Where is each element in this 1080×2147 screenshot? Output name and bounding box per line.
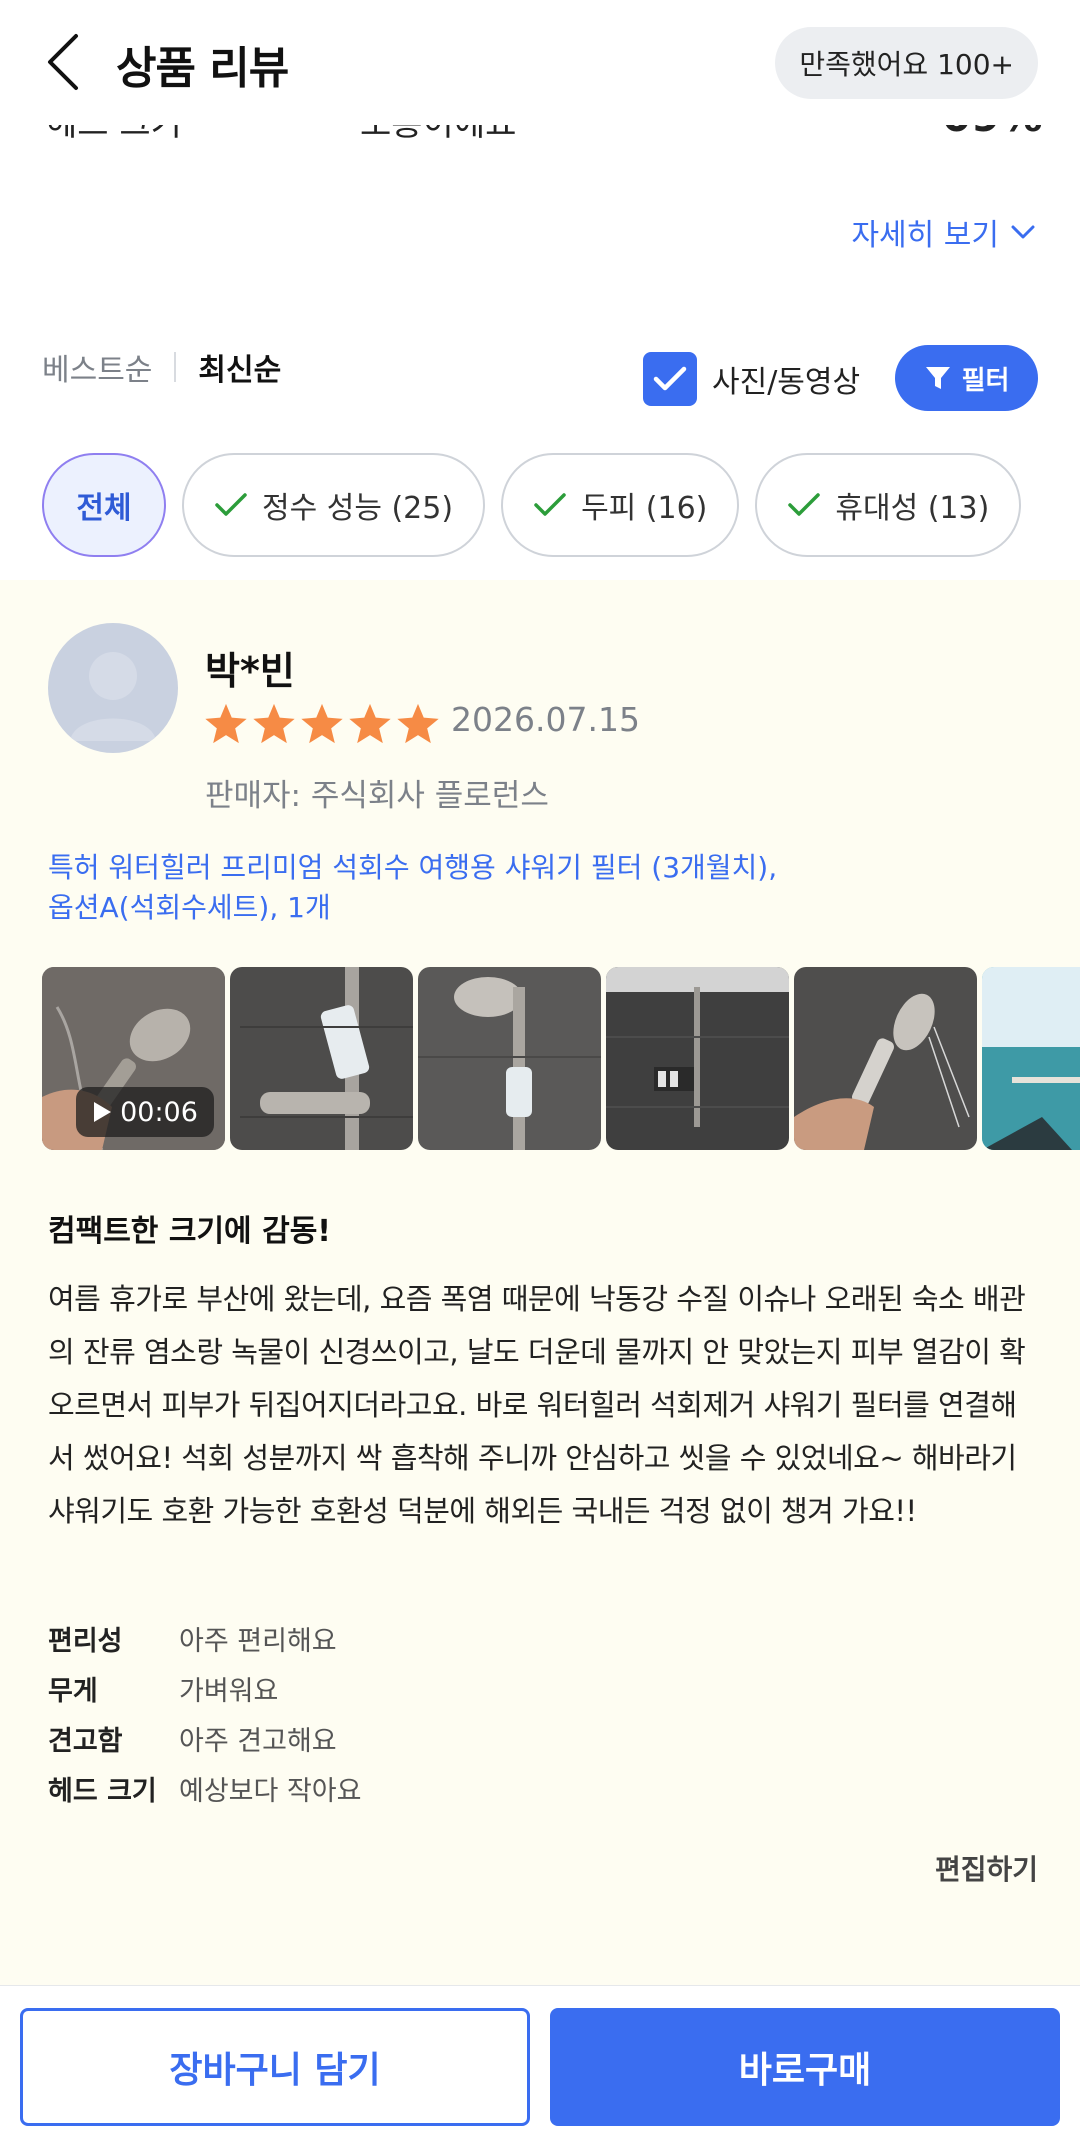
photo-filter-label[interactable]: 사진/동영상	[712, 357, 860, 401]
filter-button[interactable]: 필터	[895, 345, 1038, 411]
header: 상품 리뷰 만족했어요 100+	[0, 0, 1080, 125]
filter-funnel-icon	[925, 367, 950, 389]
sort-newest[interactable]: 최신순	[198, 345, 281, 389]
star-icon	[205, 703, 247, 744]
detail-link[interactable]: 자세히 보기	[851, 210, 1035, 254]
chip-label: 정수 성능 (25)	[262, 491, 454, 526]
product-option-line1: 특허 워터힐러 프리미엄 석회수 여행용 샤워기 필터 (3개월치),	[48, 851, 778, 884]
page-title: 상품 리뷰	[116, 43, 289, 94]
photo-filter-checkbox[interactable]	[643, 352, 697, 406]
attribute-row: 무게 가벼워요	[48, 1663, 361, 1713]
back-button[interactable]	[38, 30, 88, 94]
buy-now-button[interactable]: 바로구매	[550, 2008, 1060, 2126]
chip-label: 두피 (16)	[581, 491, 708, 526]
check-icon	[534, 493, 566, 516]
attribute-value: 아주 편리해요	[179, 1625, 337, 1657]
attribute-key: 헤드 크기	[48, 1775, 157, 1807]
attribute-key: 편리성	[48, 1625, 123, 1657]
photo-thumbnail[interactable]	[982, 967, 1080, 1150]
shower-room-photo	[606, 967, 789, 1150]
avatar	[48, 623, 178, 753]
sort-best[interactable]: 베스트순	[42, 345, 152, 389]
review-card: 박*빈 2026.07.15 판매자: 주식회사 플로런스 특허 워터힐러 프리…	[0, 580, 1080, 1985]
chip-label: 전체	[76, 491, 132, 526]
check-icon	[788, 493, 821, 516]
star-rating	[203, 702, 441, 746]
review-title: 컴팩트한 크기에 감동!	[48, 1214, 331, 1249]
sort-row: 베스트순 최신순	[42, 345, 281, 389]
review-date: 2026.07.15	[451, 700, 640, 739]
sort-divider	[174, 352, 177, 382]
filter-button-label: 필터	[961, 365, 1010, 396]
photo-thumbnail[interactable]	[794, 967, 977, 1150]
star-icon	[253, 703, 295, 744]
chevron-down-icon	[1011, 225, 1035, 239]
star-icon	[301, 703, 343, 744]
shower-filter-photo	[230, 967, 413, 1150]
attribute-key: 무게	[48, 1675, 98, 1707]
shower-spray-photo	[794, 967, 977, 1150]
chip-all[interactable]: 전체	[42, 453, 166, 557]
review-attributes: 편리성 아주 편리해요 무게 가벼워요 견고함 아주 견고해요 헤드 크기 예상…	[48, 1613, 361, 1813]
photo-thumbnail[interactable]	[230, 967, 413, 1150]
chevron-left-icon	[48, 34, 78, 90]
attribute-value: 가벼워요	[179, 1675, 279, 1707]
default-avatar-icon	[70, 652, 156, 741]
photo-thumbnail[interactable]	[606, 967, 789, 1150]
chip-water-purification[interactable]: 정수 성능 (25)	[182, 453, 486, 557]
satisfied-chip[interactable]: 만족했어요 100+	[775, 27, 1038, 99]
video-thumbnail[interactable]: 00:06	[42, 967, 225, 1150]
topic-chips: 전체 정수 성능 (25) 두피 (16) 휴대성 (13)	[42, 453, 1022, 557]
ocean-view-photo	[982, 967, 1080, 1150]
bottom-action-bar: 장바구니 담기 바로구매	[0, 1985, 1080, 2147]
photo-thumbnail[interactable]	[418, 967, 601, 1150]
star-icon	[397, 703, 439, 744]
shower-head-photo	[418, 967, 601, 1150]
review-body: 여름 휴가로 부산에 왔는데, 요즘 폭염 때문에 낙동강 수질 이슈나 오래된…	[48, 1282, 1026, 1528]
seller-name: 판매자: 주식회사 플로런스	[205, 778, 549, 814]
attribute-row: 편리성 아주 편리해요	[48, 1613, 361, 1663]
attribute-row: 견고함 아주 견고해요	[48, 1713, 361, 1763]
chip-portability[interactable]: 휴대성 (13)	[755, 453, 1022, 557]
media-row: 00:06	[42, 967, 1080, 1152]
attribute-row: 헤드 크기 예상보다 작아요	[48, 1763, 361, 1813]
edit-review-link[interactable]: 편집하기	[935, 1848, 1038, 1888]
detail-link-label: 자세히 보기	[851, 218, 999, 253]
product-option-line2: 옵션A(석회수세트), 1개	[48, 891, 331, 924]
add-to-cart-button[interactable]: 장바구니 담기	[20, 2008, 530, 2126]
check-icon	[215, 493, 247, 516]
attribute-value: 예상보다 작아요	[179, 1775, 362, 1807]
chip-scalp[interactable]: 두피 (16)	[501, 453, 740, 557]
reviewer-name: 박*빈	[205, 649, 295, 693]
attribute-key: 견고함	[48, 1725, 123, 1757]
chip-label: 휴대성 (13)	[835, 491, 990, 526]
video-duration: 00:06	[120, 1096, 198, 1128]
star-icon	[349, 703, 391, 744]
attribute-value: 아주 견고해요	[179, 1725, 337, 1757]
video-duration-badge: 00:06	[76, 1087, 214, 1137]
checkmark-icon	[653, 366, 687, 391]
play-icon	[94, 1102, 112, 1122]
product-option[interactable]: 특허 워터힐러 프리미엄 석회수 여행용 샤워기 필터 (3개월치), 옵션A(…	[48, 848, 777, 928]
